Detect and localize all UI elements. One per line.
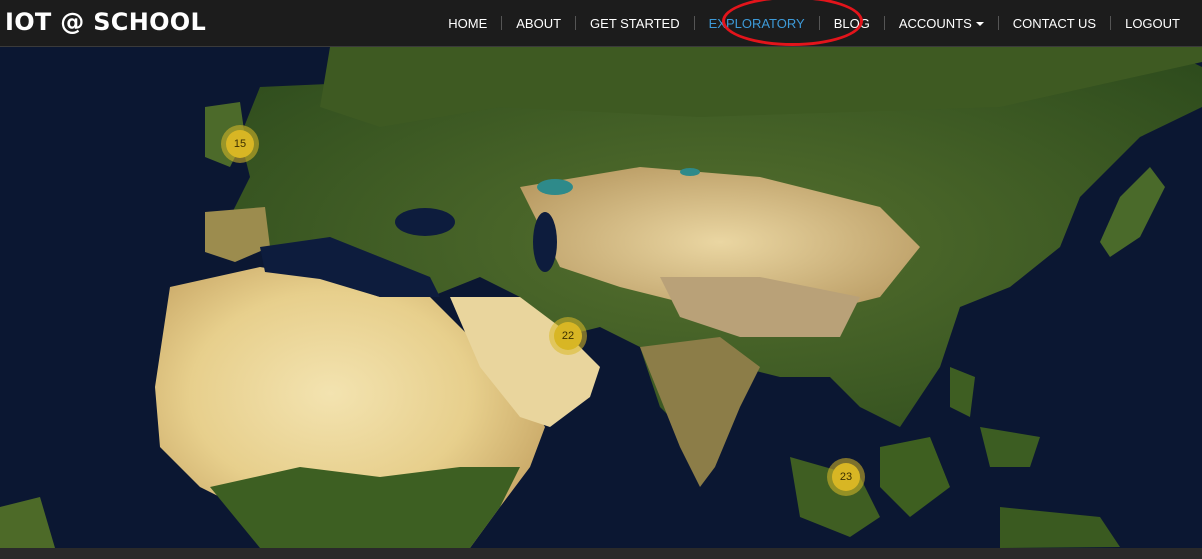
map-cluster-count: 15 (226, 130, 254, 158)
nav-exploratory[interactable]: EXPLORATORY (695, 16, 819, 31)
footer-bar (0, 548, 1202, 559)
map-cluster-marker[interactable]: 22 (549, 317, 587, 355)
nav-about[interactable]: ABOUT (502, 16, 575, 31)
map-cluster-marker[interactable]: 15 (221, 125, 259, 163)
nav-accounts[interactable]: ACCOUNTS (885, 16, 998, 31)
nav-home[interactable]: HOME (434, 16, 501, 31)
satellite-map[interactable]: 15 22 23 (0, 47, 1202, 548)
caret-down-icon (975, 22, 984, 27)
nav-contact-us[interactable]: CONTACT US (999, 16, 1110, 31)
nav-get-started[interactable]: GET STARTED (576, 16, 694, 31)
nav-logout[interactable]: LOGOUT (1111, 16, 1194, 31)
map-cluster-marker[interactable]: 23 (827, 458, 865, 496)
map-terrain (0, 47, 1202, 548)
site-brand[interactable]: IOT @ SCHOOL (5, 8, 206, 36)
map-cluster-count: 23 (832, 463, 860, 491)
nav-accounts-label: ACCOUNTS (898, 15, 972, 31)
nav-blog[interactable]: BLOG (820, 16, 884, 31)
map-cluster-count: 22 (554, 322, 582, 350)
main-nav: HOME ABOUT GET STARTED EXPLORATORY BLOG … (434, 0, 1194, 46)
navbar: IOT @ SCHOOL HOME ABOUT GET STARTED EXPL… (0, 0, 1202, 47)
